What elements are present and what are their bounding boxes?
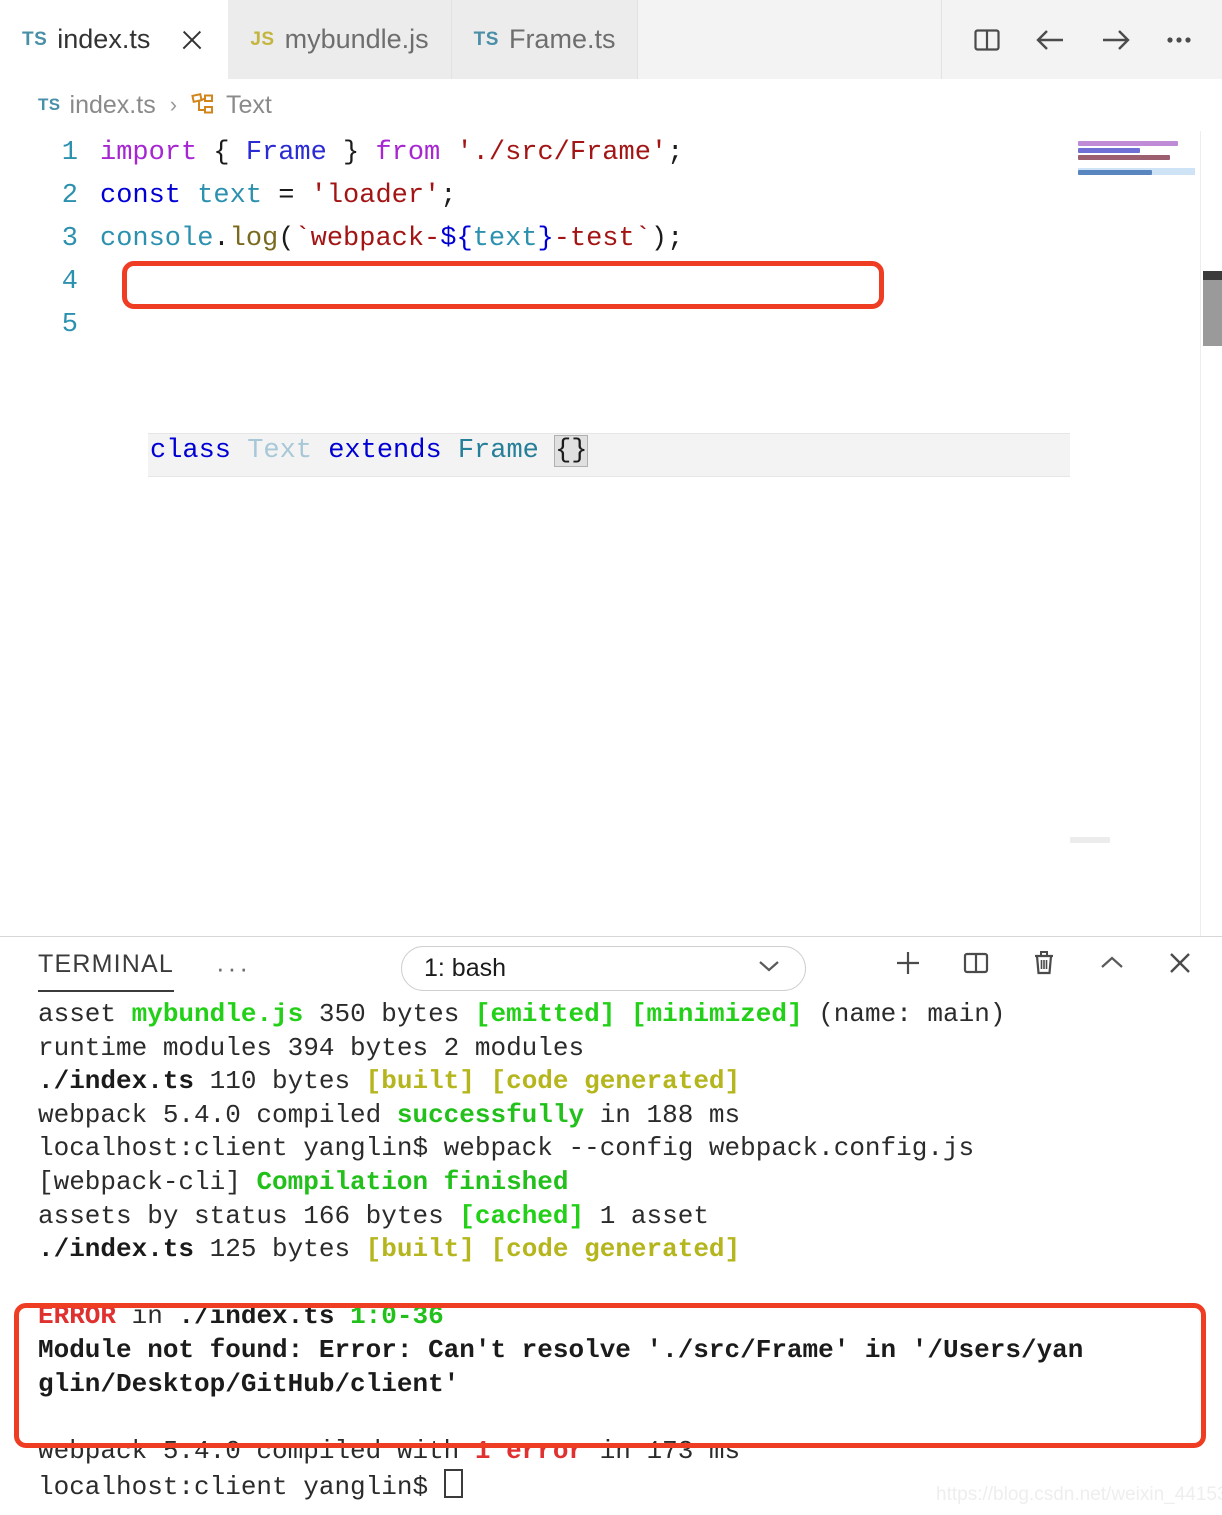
terminal-line: asset mybundle.js 350 bytes [emitted] [m…	[38, 999, 1006, 1029]
terminal-line: ./index.ts 110 bytes [built] [code gener…	[38, 1066, 741, 1097]
code-line: 3 console.log(`webpack-${text}-test`);	[0, 217, 1080, 260]
split-terminal-icon[interactable]	[958, 945, 994, 981]
code-line-content: const text = 'loader';	[100, 180, 457, 211]
code-editor[interactable]: 1 import { Frame } from './src/Frame'; 2…	[0, 131, 1222, 936]
scrollbar-marker	[1203, 271, 1222, 280]
panel-header: TERMINAL ··· 1: bash	[0, 937, 1222, 999]
ts-file-icon: TS	[38, 95, 61, 114]
split-editor-icon[interactable]	[970, 23, 1004, 57]
code-lines: 1 import { Frame } from './src/Frame'; 2…	[0, 131, 1080, 346]
tab-bar-filler	[638, 0, 942, 79]
breadcrumb: TS index.ts › Text	[0, 79, 1222, 131]
more-actions-icon[interactable]	[1162, 23, 1196, 57]
line-number: 5	[61, 309, 78, 340]
editor-vertical-scrollbar[interactable]	[1200, 131, 1222, 936]
terminal-line: glin/Desktop/GitHub/client'	[38, 1368, 460, 1399]
close-panel-icon[interactable]	[1162, 945, 1198, 981]
vscode-window: TS index.ts JS mybundle.js TS Frame.ts T…	[0, 0, 1222, 1515]
terminal-line: webpack 5.4.0 compiled with 1 error in 1…	[38, 1435, 741, 1466]
tab-label: index.ts	[57, 24, 151, 54]
back-arrow-icon[interactable]	[1034, 23, 1068, 57]
code-line: 5	[0, 303, 1080, 346]
js-file-icon: JS	[250, 28, 275, 50]
terminal-toolbar	[890, 945, 1198, 981]
code-line-content: import { Frame } from './src/Frame';	[100, 137, 684, 168]
breadcrumb-separator: ›	[169, 92, 178, 117]
breadcrumb-file[interactable]: index.ts	[70, 91, 156, 120]
editor-tab-index-ts[interactable]: TS index.ts	[0, 0, 229, 79]
forward-arrow-icon[interactable]	[1098, 23, 1132, 57]
watermark: https://blog.csdn.net/weixin_44153194	[936, 1484, 1222, 1505]
editor-minimap[interactable]	[1070, 131, 1200, 936]
chevron-up-icon[interactable]	[1094, 945, 1130, 981]
new-terminal-icon[interactable]	[890, 945, 926, 981]
terminal-line: ./index.ts 125 bytes [built] [code gener…	[38, 1234, 741, 1265]
bracket-match-highlight: {}	[554, 435, 589, 467]
terminal-output[interactable]: asset mybundle.js 350 bytes [emitted] [m…	[0, 999, 1222, 1515]
code-line: 4	[0, 260, 1080, 303]
ts-file-icon: TS	[22, 28, 48, 50]
close-icon[interactable]	[178, 26, 206, 54]
terminal-line: assets by status 166 bytes [cached] 1 as…	[38, 1200, 709, 1231]
terminal-shell-value: 1: bash	[424, 954, 507, 982]
line-number: 1	[61, 137, 78, 168]
code-line-content-5: class Text extends Frame {}	[150, 435, 589, 467]
class-symbol-icon	[191, 92, 217, 118]
scrollbar-thumb[interactable]	[1203, 280, 1222, 346]
kill-terminal-icon[interactable]	[1026, 945, 1062, 981]
terminal-cursor	[443, 1469, 463, 1499]
chevron-down-icon	[755, 957, 783, 980]
terminal-line: Module not found: Error: Can't resolve '…	[38, 1334, 1084, 1365]
ts-file-icon: TS	[473, 28, 499, 50]
terminal-line: [webpack-cli] Compilation finished	[38, 1166, 569, 1197]
terminal-line: runtime modules 394 bytes 2 modules	[38, 1032, 585, 1063]
editor-toolbar	[942, 0, 1222, 79]
code-line-content: console.log(`webpack-${text}-test`);	[100, 223, 684, 254]
editor-tab-frame-ts[interactable]: TS Frame.ts	[451, 0, 639, 79]
line-number: 4	[61, 266, 78, 297]
tab-terminal[interactable]: TERMINAL	[38, 950, 175, 992]
editor-tab-mybundle-js[interactable]: JS mybundle.js	[228, 0, 452, 79]
panel-more-icon[interactable]: ···	[216, 955, 251, 981]
editor-tab-bar: TS index.ts JS mybundle.js TS Frame.ts	[0, 0, 1222, 79]
tab-label: mybundle.js	[284, 24, 429, 54]
breadcrumb-symbol[interactable]: Text	[226, 91, 272, 120]
terminal-line: localhost:client yanglin$ webpack --conf…	[38, 1133, 975, 1164]
code-line: 2 const text = 'loader';	[0, 174, 1080, 217]
terminal-line: ERROR in ./index.ts 1:0-36	[38, 1301, 444, 1332]
code-line: 1 import { Frame } from './src/Frame';	[0, 131, 1080, 174]
line-number: 2	[61, 180, 78, 211]
terminal-line: webpack 5.4.0 compiled successfully in 1…	[38, 1099, 741, 1130]
tab-label: Frame.ts	[508, 24, 616, 54]
bottom-panel: TERMINAL ··· 1: bash asset mybundle.js 3…	[0, 936, 1222, 1515]
terminal-shell-select[interactable]: 1: bash	[401, 946, 806, 991]
line-number: 3	[61, 223, 78, 254]
